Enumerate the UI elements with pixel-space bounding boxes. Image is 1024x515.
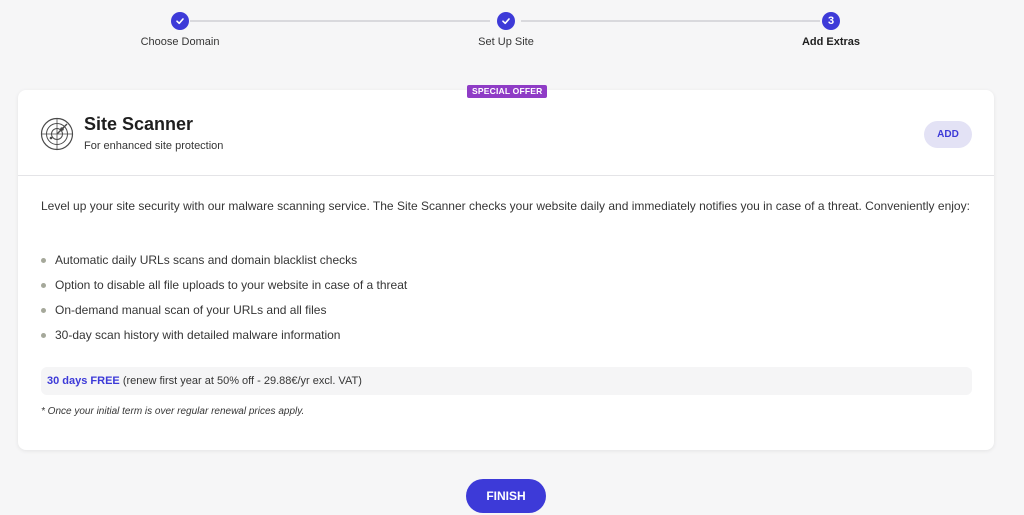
add-button[interactable]: ADD (924, 121, 972, 148)
step-2-check-icon (497, 12, 515, 30)
step-connector (190, 20, 490, 22)
step-3-label: Add Extras (801, 36, 861, 48)
site-scanner-card: Site Scanner For enhanced site protectio… (18, 90, 994, 450)
description-text: Level up your site security with our mal… (41, 199, 970, 213)
radar-icon (40, 117, 74, 151)
step-1-label: Choose Domain (140, 36, 220, 48)
progress-stepper: 3 Choose Domain Set Up Site Add Extras (0, 0, 1024, 60)
card-subtitle: For enhanced site protection (84, 140, 224, 152)
list-item: Option to disable all file uploads to yo… (41, 278, 407, 303)
special-offer-badge: SPECIAL OFFER (467, 85, 548, 98)
price-detail: (renew first year at 50% off - 29.88€/yr… (119, 375, 362, 387)
feature-list: Automatic daily URLs scans and domain bl… (41, 253, 407, 353)
step-3-number: 3 (822, 12, 840, 30)
card-title: Site Scanner (84, 114, 194, 134)
card-header: Site Scanner For enhanced site protectio… (18, 90, 994, 176)
list-item: On-demand manual scan of your URLs and a… (41, 303, 407, 328)
step-2-label: Set Up Site (478, 36, 534, 48)
list-item: 30-day scan history with detailed malwar… (41, 328, 407, 353)
renewal-footnote: * Once your initial term is over regular… (41, 406, 305, 417)
price-info: 30 days FREE (renew first year at 50% of… (41, 367, 972, 395)
finish-button[interactable]: FINISH (466, 479, 546, 513)
free-period-label: 30 days FREE (47, 375, 120, 387)
step-connector (521, 20, 820, 22)
step-1-check-icon (171, 12, 189, 30)
list-item: Automatic daily URLs scans and domain bl… (41, 253, 407, 278)
